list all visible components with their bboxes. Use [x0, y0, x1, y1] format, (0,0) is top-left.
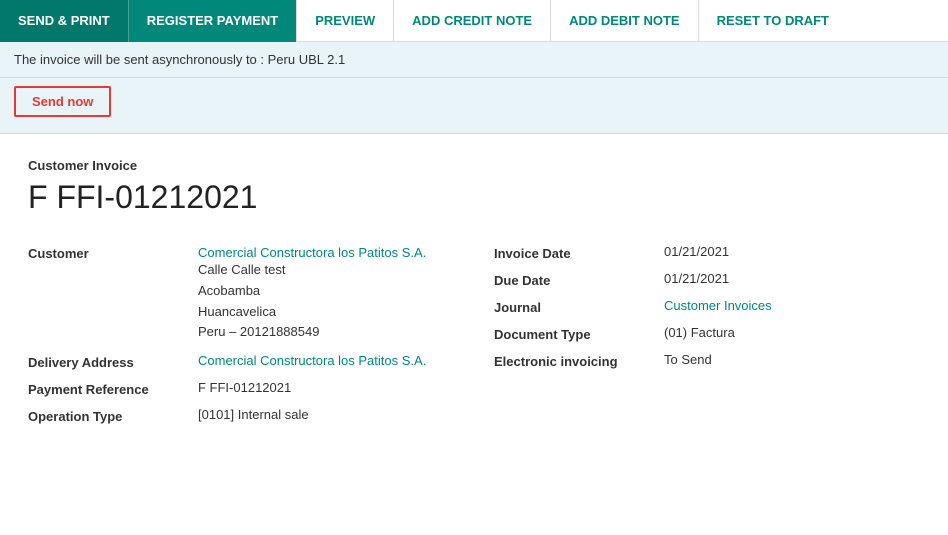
payment-ref-label: Payment Reference — [28, 380, 188, 397]
due-date-label: Due Date — [494, 271, 654, 288]
customer-address: Calle Calle test Acobamba Huancavelica P… — [198, 260, 454, 343]
add-credit-note-button[interactable]: ADD CREDIT NOTE — [393, 0, 550, 42]
document-number: F FFI-01212021 — [28, 179, 920, 216]
invoice-date-label: Invoice Date — [494, 244, 654, 261]
address-line3: Huancavelica — [198, 302, 454, 323]
address-line4: Peru – 20121888549 — [198, 322, 454, 343]
address-line2: Acobamba — [198, 281, 454, 302]
journal-label: Journal — [494, 298, 654, 315]
right-fields: Invoice Date 01/21/2021 Due Date 01/21/2… — [494, 244, 920, 424]
document-type-label: Customer Invoice — [28, 158, 920, 173]
reset-to-draft-button[interactable]: RESET TO DRAFT — [698, 0, 847, 42]
document-type-field-value: (01) Factura — [664, 325, 920, 340]
left-fields: Customer Comercial Constructora los Pati… — [28, 244, 454, 424]
payment-ref-value: F FFI-01212021 — [198, 380, 454, 395]
invoice-date-value: 01/21/2021 — [664, 244, 920, 259]
send-print-button[interactable]: SEND & PRINT — [0, 0, 129, 42]
notification-bar: The invoice will be sent asynchronously … — [0, 42, 948, 78]
register-payment-button[interactable]: REGISTER PAYMENT — [129, 0, 296, 42]
document-type-field-label: Document Type — [494, 325, 654, 342]
electronic-invoicing-value: To Send — [664, 352, 920, 367]
customer-value: Comercial Constructora los Patitos S.A. … — [198, 244, 454, 343]
journal-value-link[interactable]: Customer Invoices — [664, 298, 920, 313]
address-line1: Calle Calle test — [198, 260, 454, 281]
toolbar: SEND & PRINT REGISTER PAYMENT PREVIEW AD… — [0, 0, 948, 42]
delivery-label: Delivery Address — [28, 353, 188, 370]
operation-type-label: Operation Type — [28, 407, 188, 424]
operation-type-value: [0101] Internal sale — [198, 407, 454, 422]
delivery-value-link[interactable]: Comercial Constructora los Patitos S.A. — [198, 353, 454, 368]
info-grid: Customer Comercial Constructora los Pati… — [28, 244, 920, 424]
send-now-button[interactable]: Send now — [14, 86, 111, 117]
add-debit-note-button[interactable]: ADD DEBIT NOTE — [550, 0, 698, 42]
due-date-value: 01/21/2021 — [664, 271, 920, 286]
customer-label: Customer — [28, 244, 188, 261]
notification-message: The invoice will be sent asynchronously … — [14, 52, 345, 67]
send-now-area: Send now — [0, 78, 948, 134]
main-content: Customer Invoice F FFI-01212021 Customer… — [0, 134, 948, 448]
preview-button[interactable]: PREVIEW — [296, 0, 393, 42]
electronic-invoicing-label: Electronic invoicing — [494, 352, 654, 369]
customer-name-link[interactable]: Comercial Constructora los Patitos S.A. — [198, 245, 426, 260]
